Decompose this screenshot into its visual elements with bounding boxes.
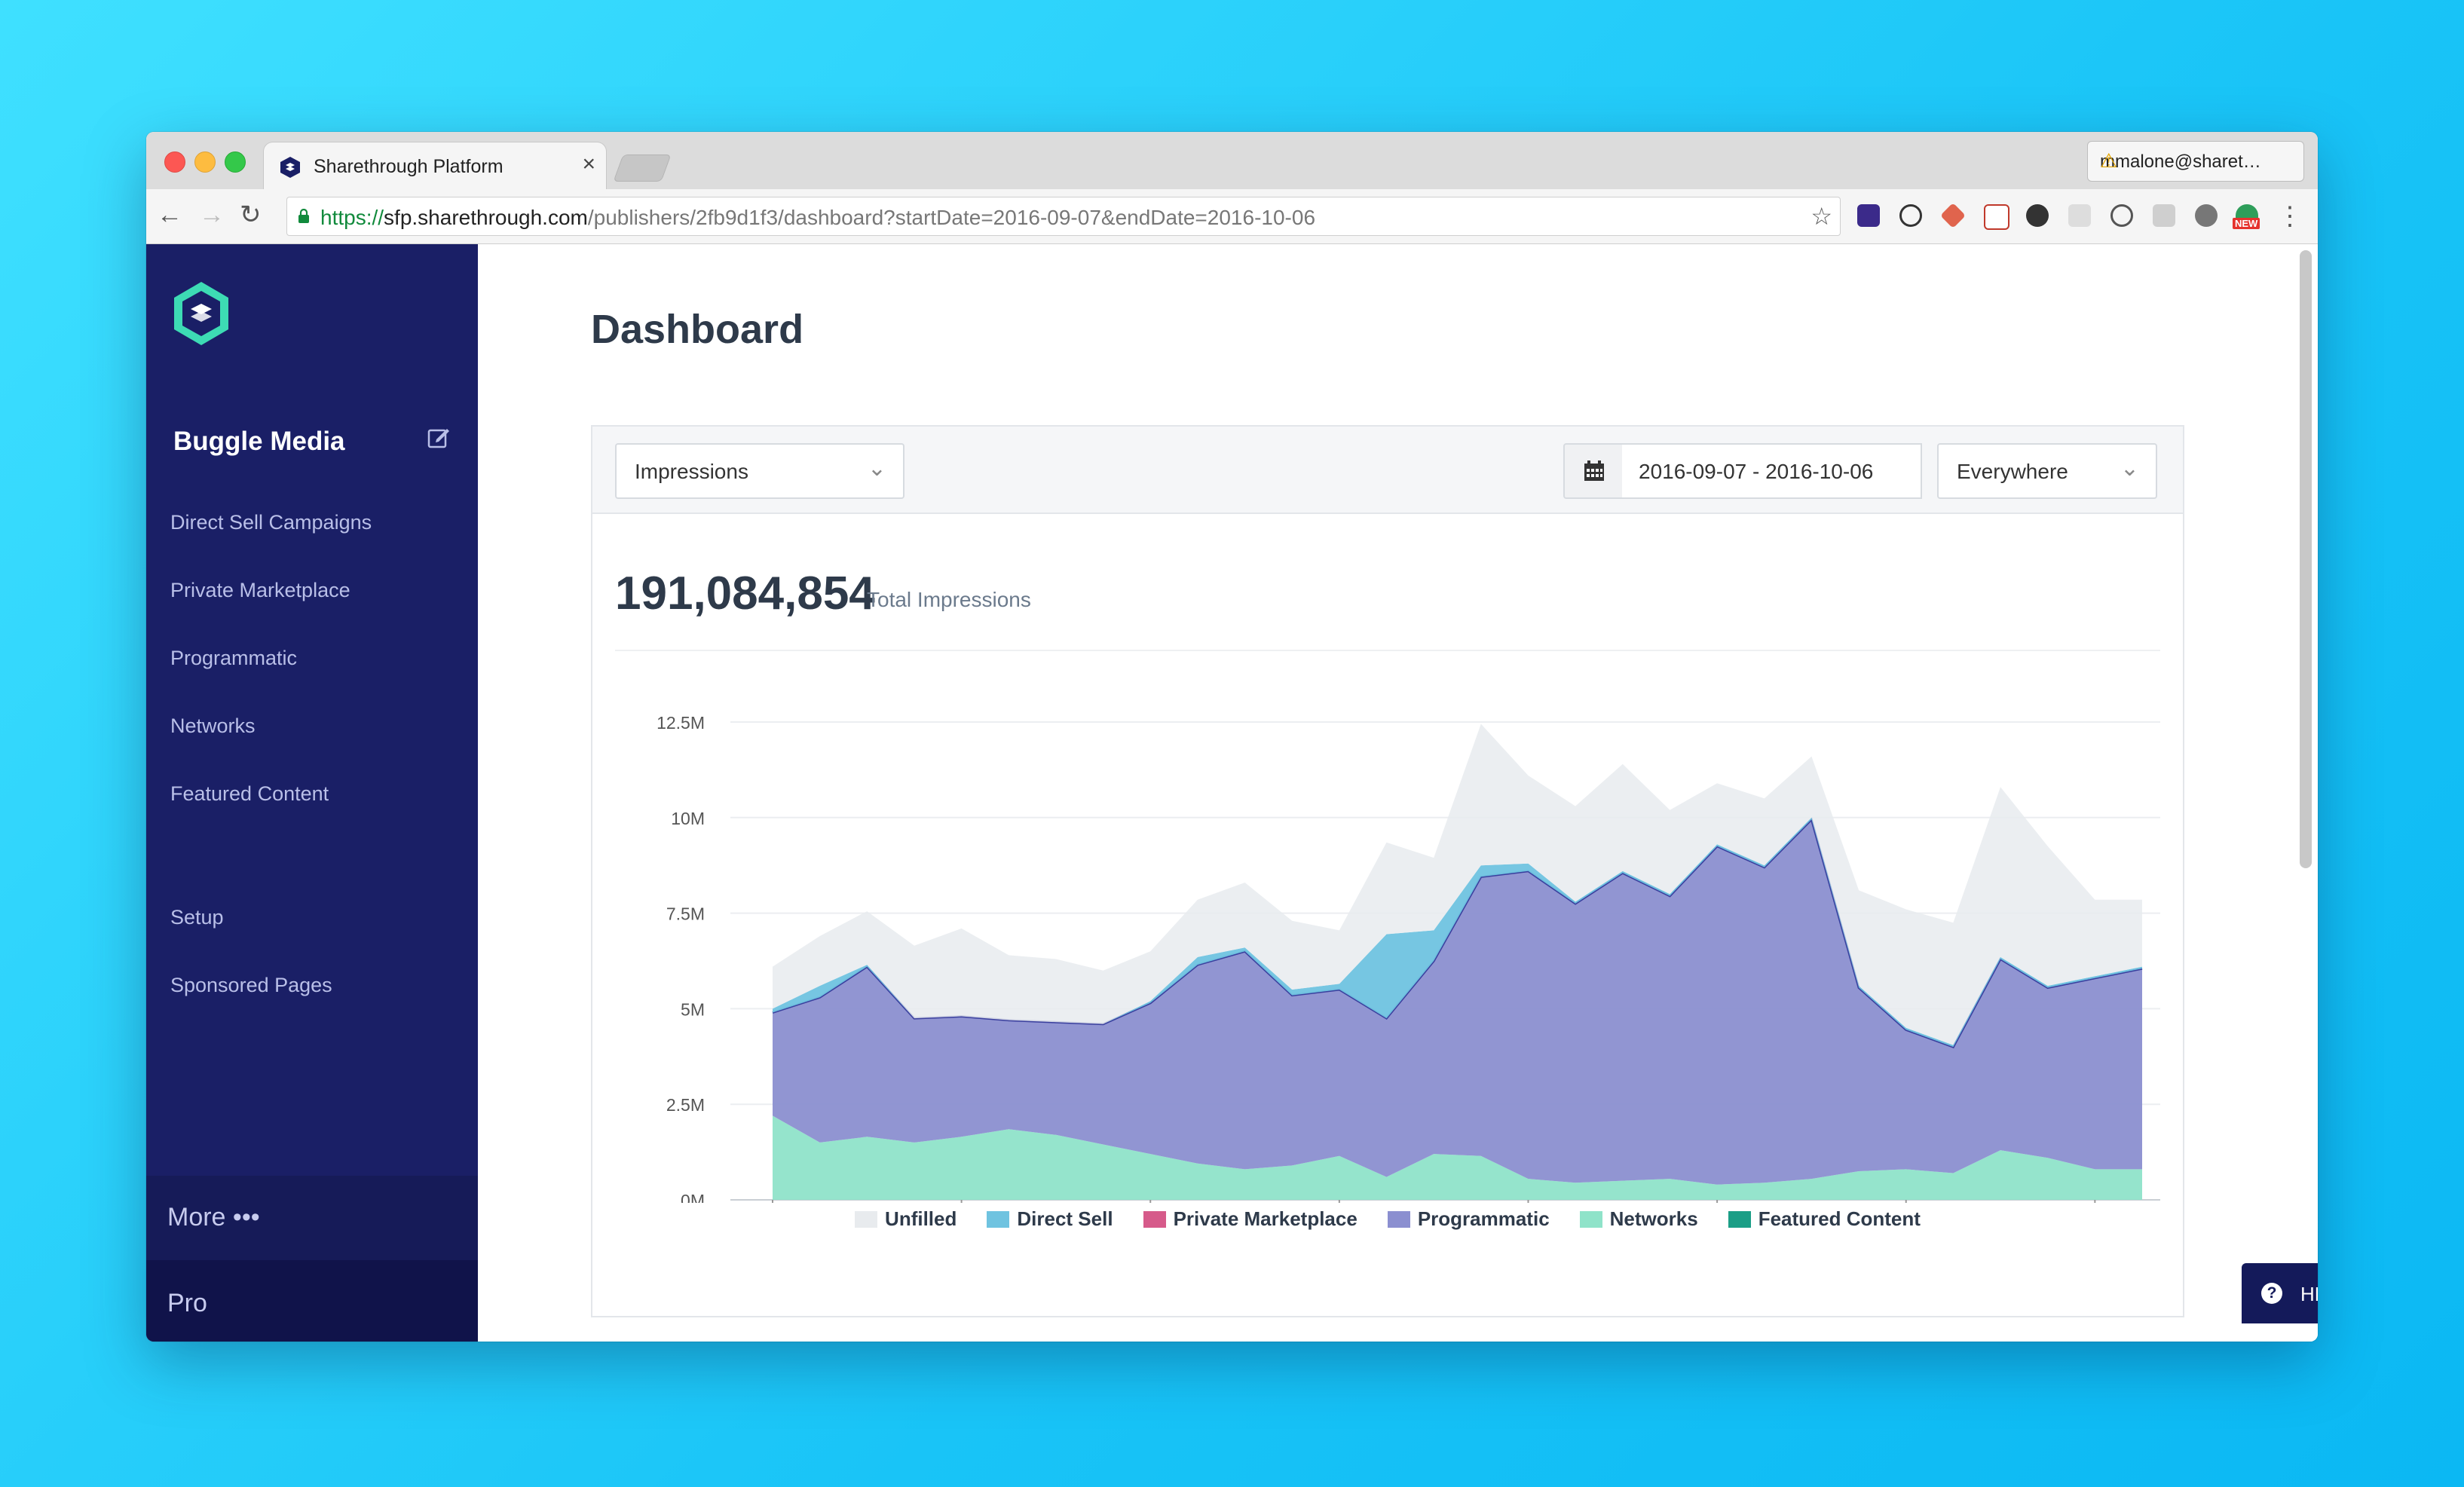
legend-label: Networks bbox=[1609, 1207, 1698, 1230]
sharethrough-logo-icon[interactable] bbox=[172, 280, 231, 347]
legend-swatch bbox=[1728, 1211, 1751, 1228]
y-tick-label: 5M bbox=[681, 999, 705, 1019]
legend-label: Private Marketplace bbox=[1173, 1207, 1357, 1230]
title-bar: Sharethrough Platform × mmalone@sharet… … bbox=[146, 132, 2318, 189]
chart-legend: Unfilled Direct Sell Private Marketplace Pr… bbox=[592, 1207, 2183, 1238]
calendar-button[interactable] bbox=[1563, 443, 1625, 499]
maximize-window-button[interactable] bbox=[225, 151, 246, 173]
page-title: Dashboard bbox=[591, 307, 804, 352]
sidebar-item-sponsored-pages[interactable]: Sponsored Pages bbox=[170, 974, 332, 997]
sidebar-item-private-marketplace[interactable]: Private Marketplace bbox=[170, 579, 350, 602]
url-scheme: https:// bbox=[320, 206, 384, 229]
y-tick-label: 12.5M bbox=[657, 713, 705, 733]
chrome-menu-icon[interactable]: ⋮ bbox=[2277, 201, 2303, 231]
sidebar-item-direct-sell-campaigns[interactable]: Direct Sell Campaigns bbox=[170, 511, 372, 534]
legend-item-direct-sell[interactable]: Direct Sell bbox=[987, 1207, 1113, 1231]
card-filters: Impressions ⌄ 2016-09-07 - 2016-10-06 Ev… bbox=[592, 427, 2183, 514]
browser-window: Sharethrough Platform × mmalone@sharet… … bbox=[146, 132, 2318, 1342]
legend-swatch bbox=[987, 1211, 1010, 1228]
sidebar-item-programmatic[interactable]: Programmatic bbox=[170, 647, 297, 670]
help-button[interactable]: ? HELP bbox=[2242, 1263, 2318, 1323]
sidebar: Buggle Media Direct Sell Campaigns Priva… bbox=[146, 244, 478, 1342]
legend-swatch bbox=[1579, 1211, 1602, 1228]
address-bar[interactable]: https://sfp.sharethrough.com/publishers/… bbox=[286, 197, 1841, 236]
tab-title: Sharethrough Platform bbox=[314, 156, 504, 177]
more-menu-button[interactable]: More ••• bbox=[146, 1176, 478, 1260]
pro-button[interactable]: Pro bbox=[146, 1260, 478, 1342]
placement-select[interactable]: Everywhere ⌄ bbox=[1937, 443, 2157, 499]
legend-label: Unfilled bbox=[885, 1207, 957, 1230]
main-content: Dashboard Impressions ⌄ 2016-09-07 - 201… bbox=[478, 244, 2318, 1342]
y-tick-label: 2.5M bbox=[666, 1095, 705, 1115]
extension-w-icon[interactable] bbox=[1857, 204, 1880, 227]
close-window-button[interactable] bbox=[164, 151, 185, 173]
legend-label: Programmatic bbox=[1417, 1207, 1550, 1230]
edit-publisher-icon[interactable] bbox=[427, 425, 451, 449]
legend-swatch bbox=[1143, 1211, 1166, 1228]
forward-button[interactable]: → bbox=[199, 198, 225, 231]
extension-spiral-icon[interactable] bbox=[1899, 204, 1922, 227]
sidebar-item-networks[interactable]: Networks bbox=[170, 714, 256, 738]
placement-select-value: Everywhere bbox=[1957, 460, 2068, 483]
browser-toolbar: ← → ↻ https://sfp.sharethrough.com/publi… bbox=[146, 189, 2318, 244]
total-impressions-label: Total Impressions bbox=[867, 588, 1031, 611]
extension-sync-icon[interactable] bbox=[2110, 204, 2133, 227]
reload-button[interactable]: ↻ bbox=[240, 198, 262, 231]
back-button[interactable]: ← bbox=[157, 198, 182, 231]
extension-new-icon[interactable]: NEW bbox=[2233, 204, 2260, 229]
legend-item-unfilled[interactable]: Unfilled bbox=[855, 1207, 957, 1231]
more-label: More ••• bbox=[167, 1203, 260, 1232]
chevron-down-icon: ⌄ bbox=[2120, 456, 2139, 481]
extension-circle-icon[interactable] bbox=[2026, 204, 2049, 227]
extension-s-icon[interactable] bbox=[1984, 204, 2009, 230]
chevron-down-icon: ⌄ bbox=[867, 456, 886, 481]
warning-icon: ⚠ bbox=[2100, 149, 2118, 172]
metric-select-value: Impressions bbox=[635, 460, 748, 483]
y-tick-label: 7.5M bbox=[666, 904, 705, 924]
sidebar-item-featured-content[interactable]: Featured Content bbox=[170, 782, 329, 806]
tab-close-icon[interactable]: × bbox=[582, 153, 595, 176]
extension-sharethrough-icon[interactable] bbox=[2195, 204, 2218, 227]
date-range-value: 2016-09-07 - 2016-10-06 bbox=[1639, 460, 1874, 483]
sharethrough-favicon-icon bbox=[280, 157, 300, 178]
extension-layers-icon[interactable] bbox=[2153, 204, 2175, 227]
url-path: /publishers/2fb9d1f3/dashboard?startDate… bbox=[587, 206, 1316, 229]
url-host: sfp.sharethrough.com bbox=[384, 206, 588, 229]
profile-button[interactable]: mmalone@sharet… ⚠ bbox=[2087, 141, 2304, 182]
pro-label: Pro bbox=[167, 1289, 207, 1317]
legend-item-networks[interactable]: Networks bbox=[1579, 1207, 1698, 1231]
publisher-name: Buggle Media bbox=[173, 427, 345, 456]
legend-item-featured-content[interactable]: Featured Content bbox=[1728, 1207, 1921, 1231]
dashboard-card: Impressions ⌄ 2016-09-07 - 2016-10-06 Ev… bbox=[591, 425, 2184, 1317]
impressions-area-chart: 0M2.5M5M7.5M10M12.5M09/07/201609/11/2016… bbox=[657, 713, 2160, 1203]
extension-diamond-icon[interactable] bbox=[1940, 203, 1966, 228]
legend-swatch bbox=[1387, 1211, 1410, 1228]
extension-camera-icon[interactable] bbox=[2068, 204, 2091, 227]
y-tick-label: 10M bbox=[671, 809, 705, 828]
y-tick-label: 0M bbox=[681, 1191, 705, 1203]
new-badge: NEW bbox=[2233, 218, 2260, 229]
legend-item-programmatic[interactable]: Programmatic bbox=[1387, 1207, 1550, 1231]
metric-select[interactable]: Impressions ⌄ bbox=[615, 443, 904, 499]
lock-icon bbox=[298, 209, 309, 223]
url-text: https://sfp.sharethrough.com/publishers/… bbox=[320, 206, 1315, 230]
browser-tab[interactable]: Sharethrough Platform × bbox=[264, 142, 606, 189]
total-impressions-value: 191,084,854 bbox=[615, 568, 875, 620]
question-icon: ? bbox=[2261, 1283, 2282, 1304]
help-label: HELP bbox=[2300, 1283, 2318, 1305]
date-range-input[interactable]: 2016-09-07 - 2016-10-06 bbox=[1622, 443, 1922, 499]
divider bbox=[615, 650, 2160, 651]
scrollbar[interactable] bbox=[2300, 250, 2312, 868]
minimize-window-button[interactable] bbox=[194, 151, 216, 173]
bookmark-star-icon[interactable]: ☆ bbox=[1811, 202, 1832, 231]
legend-swatch bbox=[855, 1211, 878, 1228]
sidebar-item-setup[interactable]: Setup bbox=[170, 906, 224, 929]
new-tab-button[interactable] bbox=[613, 155, 672, 182]
legend-label: Featured Content bbox=[1758, 1207, 1921, 1230]
legend-label: Direct Sell bbox=[1017, 1207, 1113, 1230]
calendar-icon bbox=[1584, 460, 1604, 481]
legend-item-private-marketplace[interactable]: Private Marketplace bbox=[1143, 1207, 1357, 1231]
